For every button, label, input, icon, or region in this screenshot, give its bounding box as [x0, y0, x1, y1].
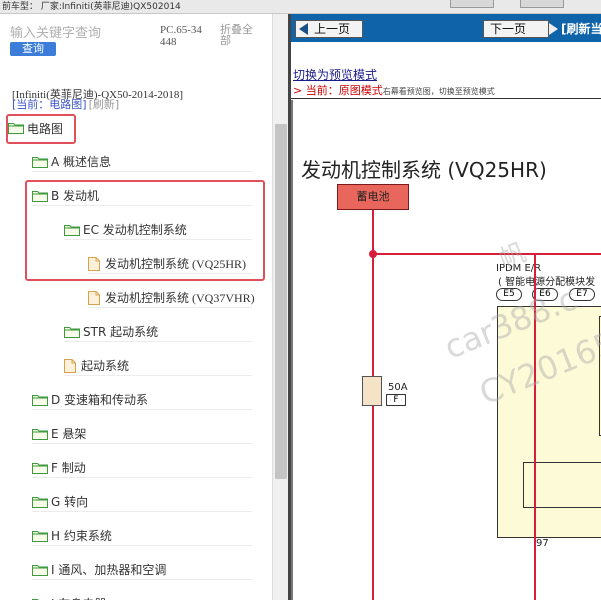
tree-item[interactable]: 起动系统	[64, 356, 252, 376]
top-info-strip: 前车型： 厂家:Infiniti(英菲尼迪)QX502014	[0, 0, 601, 14]
fuse-tag: F	[386, 394, 406, 406]
pc-code: PC.65-34448	[160, 24, 202, 48]
tree-item[interactable]: I 通风、加热器和空调	[32, 560, 252, 580]
folder-icon	[32, 156, 48, 168]
tree-item-label: E 悬架	[51, 427, 87, 441]
highlight-box-root	[6, 114, 76, 144]
right-panel: 上一页 下一页 [刷新当 切换为预览模式 > 当前：原图模式右幕看预览图，切换至…	[291, 14, 601, 600]
fuse-amperage: 50A	[388, 382, 408, 393]
ipdm-subtitle: ( 智能电源分配模块发	[498, 277, 596, 288]
tree-item-label: I 通风、加热器和空调	[51, 563, 167, 577]
tree-item[interactable]: A 概述信息	[32, 152, 252, 172]
left-panel: 查询 PC.65-34448 折叠全部 [Infiniti(英菲尼迪)-QX50…	[0, 14, 272, 600]
document-icon	[64, 358, 76, 373]
tree-item[interactable]: J 车身电器	[32, 594, 252, 600]
tree-item-label: D 变速箱和传动系	[51, 393, 149, 407]
tree-item[interactable]: 发动机控制系统 (VQ37VHR)	[88, 288, 255, 308]
folder-icon	[32, 496, 48, 508]
tree-item-label: STR 起动系统	[83, 325, 159, 339]
folder-icon	[32, 428, 48, 440]
folder-icon	[32, 564, 48, 576]
folder-icon	[32, 530, 48, 542]
tree-item[interactable]: F 制动	[32, 458, 252, 478]
highlight-box-engine	[25, 180, 265, 281]
tree-item-label: A 概述信息	[51, 155, 112, 169]
refresh-tree-link[interactable]: [刷新]	[89, 98, 120, 111]
tree-item-label: H 约束系统	[51, 529, 112, 543]
wire-number: 97	[536, 538, 549, 549]
tree-item-label: G 转向	[51, 495, 89, 509]
tree-item[interactable]: H 约束系统	[32, 526, 252, 546]
tree-item-label: 发动机控制系统 (VQ37VHR)	[105, 291, 255, 305]
folder-icon	[32, 394, 48, 406]
top-strip-text: 前车型： 厂家:Infiniti(英菲尼迪)QX502014	[2, 2, 181, 12]
current-location: [当前：电路图] [刷新]	[12, 96, 119, 112]
scroll-thumb[interactable]	[275, 124, 287, 479]
folder-icon	[32, 462, 48, 474]
current-label[interactable]: [当前：电路图]	[12, 98, 87, 111]
tree-item[interactable]: E 悬架	[32, 424, 252, 444]
ipdm-inner-box	[523, 462, 601, 508]
tree-item-label: F 制动	[51, 461, 86, 475]
tree-item[interactable]: STR 起动系统	[64, 322, 252, 342]
fuse-symbol	[362, 376, 382, 406]
tree-item[interactable]: D 变速箱和传动系	[32, 390, 252, 410]
battery-block: 蓄电池	[337, 184, 409, 210]
toolbar-button-stub[interactable]	[450, 0, 494, 8]
search-input[interactable]	[10, 26, 150, 41]
document-icon	[88, 290, 100, 305]
toolbar-button-stub[interactable]	[520, 0, 564, 8]
folder-icon	[64, 326, 80, 338]
tree-item-label: 起动系统	[81, 359, 130, 373]
query-button[interactable]: 查询	[10, 42, 56, 56]
tree-item[interactable]: G 转向	[32, 492, 252, 512]
collapse-all-button[interactable]: 折叠全部	[220, 24, 260, 46]
tree-item-label: J 车身电器	[51, 595, 106, 600]
